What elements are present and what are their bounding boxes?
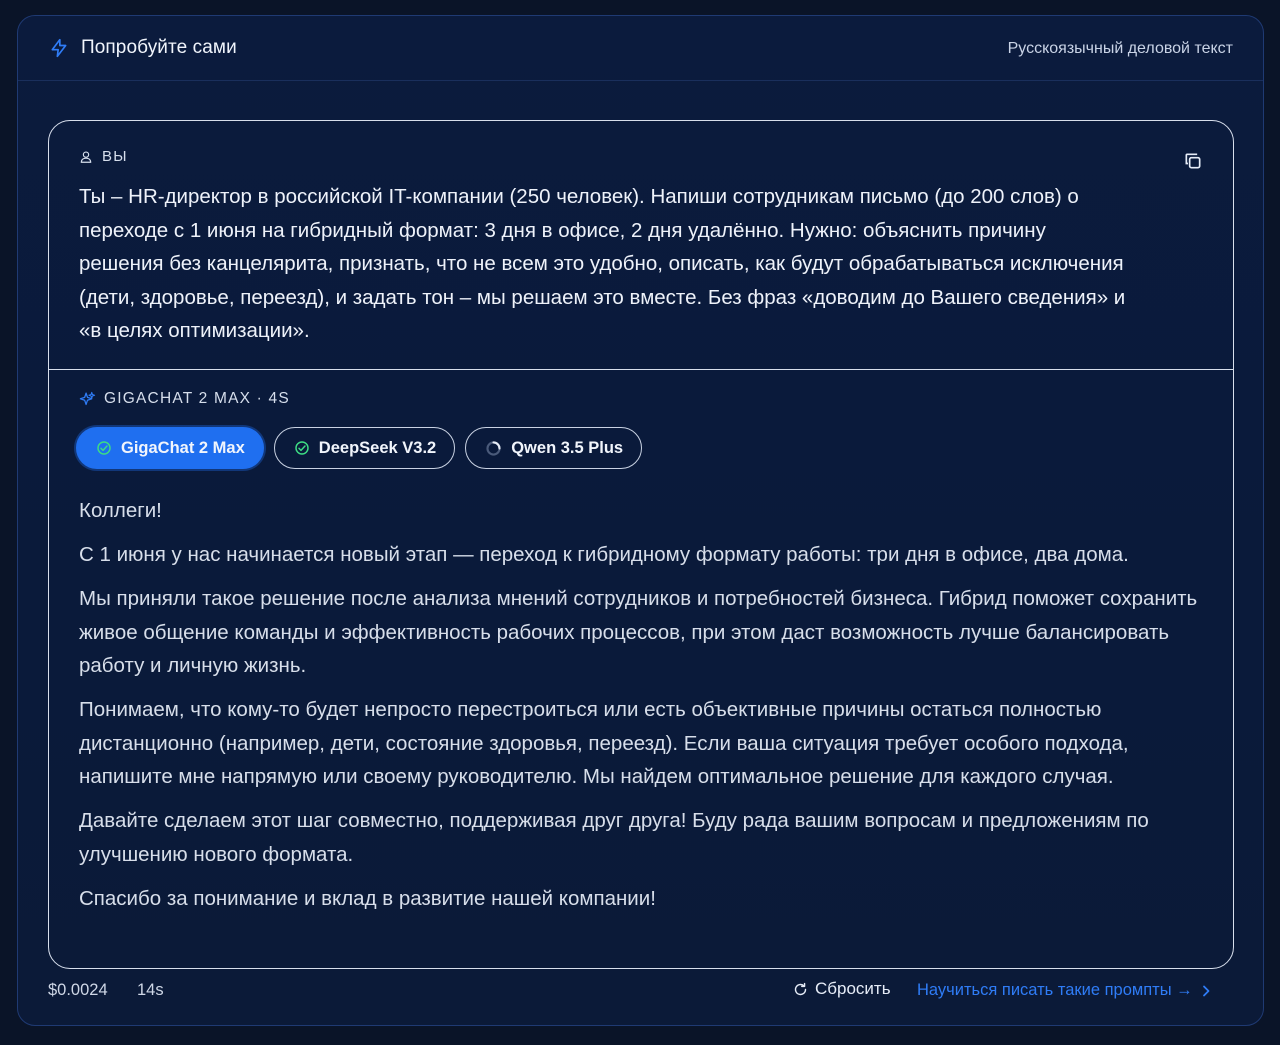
model-row: GIGACHAT 2 MAX · 4S (79, 390, 290, 408)
lightning-icon (51, 38, 67, 58)
chevron-right-icon (1202, 985, 1210, 996)
user-message: ВЫ Ты – HR-директор в российской IT-комп… (49, 121, 1233, 370)
check-circle-icon (97, 441, 111, 455)
user-role-row: ВЫ (79, 148, 128, 165)
model-tabs: GigaChat 2 Max DeepSeek V3.2 Qwen 3.5 Pl… (76, 427, 643, 469)
user-prompt: Ты – HR-директор в российской IT-компани… (79, 185, 1126, 342)
learn-link-label: Научиться писать такие промпты → (917, 981, 1193, 999)
time-value: 14s (137, 981, 164, 999)
cost-value: $0.0024 (48, 981, 108, 999)
learn-prompts-link[interactable]: Научиться писать такие промпты → (917, 981, 1211, 1000)
answer-paragraph: Спасибо за понимание и вклад в развитие … (79, 886, 656, 910)
panel-footer: $0.0024 14s Сбросить Научиться писать та… (18, 974, 1263, 1010)
tab-label: Qwen 3.5 Plus (511, 438, 624, 457)
try-it-panel: Попробуйте сами Русскоязычный деловой те… (17, 15, 1264, 1026)
reset-button[interactable]: Сбросить (793, 979, 891, 999)
panel-subtitle: Русскоязычный деловой текст (1007, 40, 1233, 57)
tab-label: DeepSeek V3.2 (318, 438, 437, 457)
answer-paragraph: Понимаем, что кому-то будет непросто пер… (79, 698, 1129, 788)
sparkle-icon (79, 391, 96, 405)
tab-label: GigaChat 2 Max (121, 438, 245, 457)
refresh-icon (794, 982, 807, 995)
loading-spinner-icon (486, 440, 501, 456)
copy-icon[interactable] (1183, 151, 1203, 171)
tab-deepseek[interactable]: DeepSeek V3.2 (273, 427, 456, 469)
tab-gigachat[interactable]: GigaChat 2 Max (76, 427, 264, 469)
answer-paragraph: Мы приняли такое решение после анализа м… (79, 587, 1198, 677)
check-circle-icon (295, 441, 309, 455)
answer-paragraph: Давайте сделаем этот шаг совместно, подд… (79, 809, 1149, 866)
reset-label: Сбросить (815, 979, 891, 998)
chat-card: ВЫ Ты – HR-директор в российской IT-комп… (48, 120, 1234, 969)
user-role-label: ВЫ (102, 148, 128, 165)
answer-paragraph: Коллеги! (79, 499, 162, 522)
user-icon (80, 150, 92, 163)
panel-header: Попробуйте сами Русскоязычный деловой те… (18, 16, 1263, 81)
answer-paragraph: С 1 июня у нас начинается новый этап — п… (79, 543, 1129, 566)
answer-body: Коллеги! С 1 июня у нас начинается новый… (79, 494, 1219, 926)
model-label: GIGACHAT 2 MAX · 4S (104, 390, 290, 407)
tab-qwen[interactable]: Qwen 3.5 Plus (465, 427, 643, 469)
panel-title: Попробуйте сами (81, 37, 237, 58)
